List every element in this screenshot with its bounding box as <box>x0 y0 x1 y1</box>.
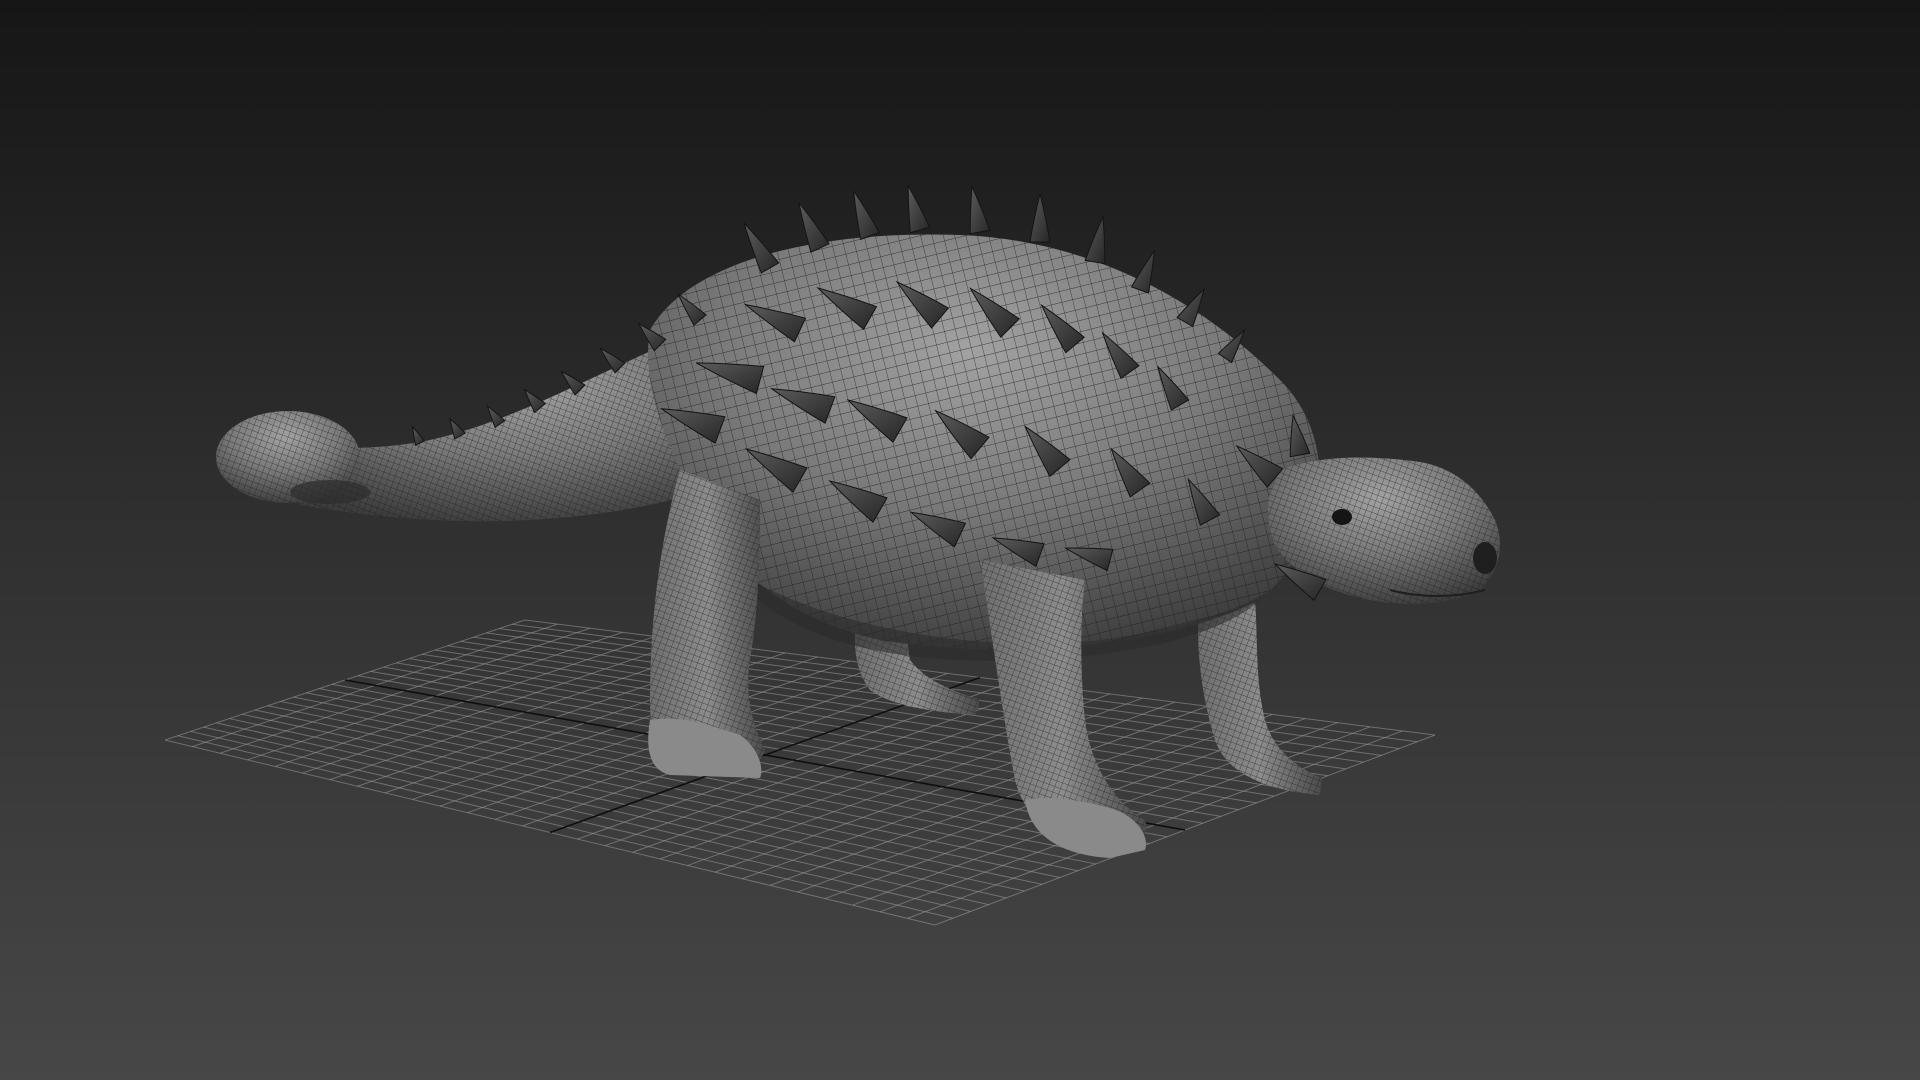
eye <box>1332 509 1352 525</box>
viewport-canvas[interactable] <box>0 0 1920 1080</box>
3d-viewport[interactable] <box>0 0 1920 1080</box>
nostril <box>1473 542 1497 574</box>
